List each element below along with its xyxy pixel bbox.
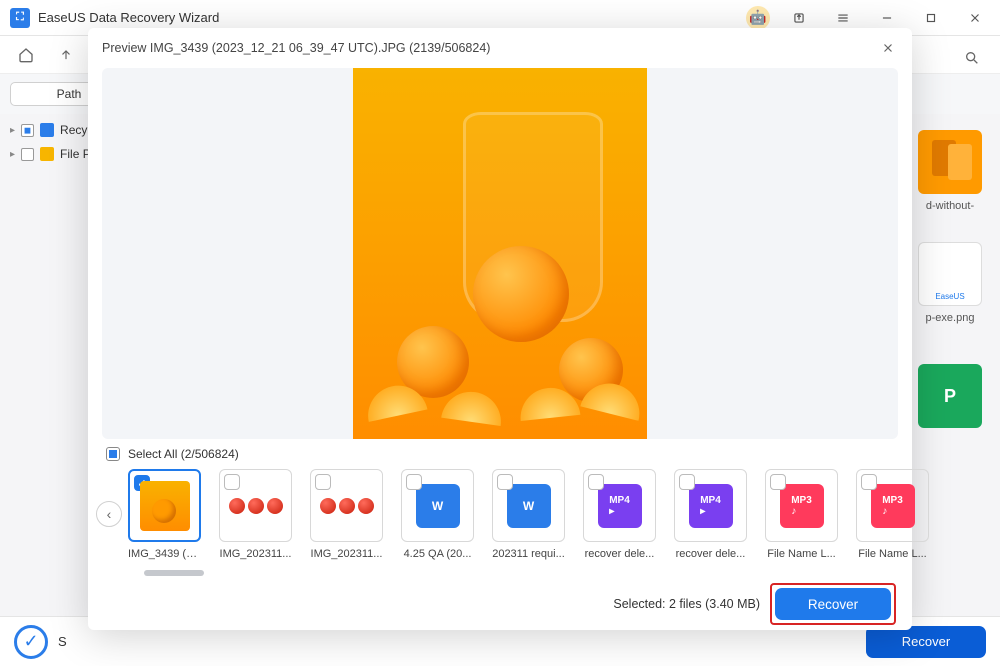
thumbnail-scrollbar[interactable] <box>144 570 856 576</box>
up-button[interactable] <box>50 41 82 69</box>
thumbnail-label: recover dele... <box>583 548 656 560</box>
thumbnail-item[interactable]: W 4.25 QA (20... <box>401 469 474 560</box>
tree-label: Recy <box>60 123 87 137</box>
modal-footer: Selected: 2 files (3.40 MB) Recover <box>88 578 912 630</box>
thumbnail-label: IMG_202311... <box>219 548 292 560</box>
thumbnail-checkbox[interactable] <box>224 474 240 490</box>
thumbnail-checkbox[interactable] <box>315 474 331 490</box>
thumbnail-box[interactable]: ✓ <box>128 469 201 542</box>
bg-file-grid: d-without- EaseUS p-exe.png P <box>912 130 988 458</box>
thumbnail-label: 4.25 QA (20... <box>401 548 474 560</box>
maximize-button[interactable] <box>916 3 946 33</box>
assistant-icon[interactable]: 🤖 <box>746 6 770 30</box>
select-all-row[interactable]: Select All (2/506824) <box>88 439 912 465</box>
thumbnail-label: IMG_202311... <box>310 548 383 560</box>
thumbnail-checkbox[interactable] <box>588 474 604 490</box>
thumbnail-checkbox[interactable] <box>406 474 422 490</box>
bg-file-item[interactable]: EaseUS p-exe.png <box>912 242 988 324</box>
thumbnail-box[interactable] <box>219 469 292 542</box>
thumbnail-label: recover dele... <box>674 548 747 560</box>
preview-title: Preview IMG_3439 (2023_12_21 06_39_47 UT… <box>102 41 490 55</box>
thumbnail-item[interactable]: MP3♪ File Name L... <box>856 469 929 560</box>
thumbnail-item[interactable]: W 202311 requi... <box>492 469 565 560</box>
select-all-checkbox[interactable] <box>106 447 120 461</box>
thumbnail-label: IMG_3439 (2... <box>128 548 201 560</box>
thumbnail-item[interactable]: MP3♪ File Name L... <box>765 469 838 560</box>
thumbnail-box[interactable]: W <box>401 469 474 542</box>
checkbox-icon[interactable]: ◼ <box>21 124 34 137</box>
folder-icon <box>40 147 54 161</box>
recover-highlight: Recover <box>770 583 896 625</box>
thumbnail-label: File Name L... <box>856 548 929 560</box>
thumbnail-label: File Name L... <box>765 548 838 560</box>
home-button[interactable] <box>10 41 42 69</box>
scan-complete-icon: ✓ <box>14 625 48 659</box>
thumbnail-item[interactable]: MP4▸ recover dele... <box>674 469 747 560</box>
selected-info: Selected: 2 files (3.40 MB) <box>613 597 760 611</box>
thumbnail-checkbox[interactable] <box>770 474 786 490</box>
thumbnail-box[interactable]: MP3♪ <box>856 469 929 542</box>
bg-file-label: p-exe.png <box>912 312 988 324</box>
thumbnail-checkbox[interactable] <box>679 474 695 490</box>
close-icon[interactable] <box>878 38 898 58</box>
bg-file-item[interactable]: d-without- <box>912 130 988 212</box>
modal-header: Preview IMG_3439 (2023_12_21 06_39_47 UT… <box>88 28 912 68</box>
thumbnail-item[interactable]: IMG_202311... <box>310 469 383 560</box>
app-icon: ⛶ <box>10 8 30 28</box>
folder-icon <box>40 123 54 137</box>
thumbnail-checkbox[interactable] <box>861 474 877 490</box>
close-button[interactable] <box>960 3 990 33</box>
thumbnail-label: 202311 requi... <box>492 548 565 560</box>
preview-image <box>353 68 647 439</box>
bg-file-item[interactable]: P <box>912 364 988 428</box>
thumbnails-row: ‹ › ✓IMG_3439 (2...IMG_202311...IMG_2023… <box>88 465 912 578</box>
checkbox-icon[interactable] <box>21 148 34 161</box>
app-title: EaseUS Data Recovery Wizard <box>38 10 219 25</box>
thumbnail-box[interactable] <box>310 469 383 542</box>
chevron-right-icon: ▸ <box>10 125 15 136</box>
thumbnail-box[interactable]: MP4▸ <box>583 469 656 542</box>
thumbnail-item[interactable]: MP4▸ recover dele... <box>583 469 656 560</box>
select-all-label: Select All (2/506824) <box>128 447 239 461</box>
scan-status-label: S <box>58 634 67 649</box>
thumbnail-checkbox[interactable] <box>497 474 513 490</box>
preview-area <box>102 68 898 439</box>
thumbnail-box[interactable]: MP4▸ <box>674 469 747 542</box>
chevron-right-icon: ▸ <box>10 149 15 160</box>
thumbnail-box[interactable]: MP3♪ <box>765 469 838 542</box>
prev-button[interactable]: ‹ <box>96 501 122 527</box>
thumbnail-box[interactable]: W <box>492 469 565 542</box>
tree-label: File P <box>60 147 91 161</box>
preview-modal: Preview IMG_3439 (2023_12_21 06_39_47 UT… <box>88 28 912 630</box>
thumbnail-item[interactable]: IMG_202311... <box>219 469 292 560</box>
recover-button-bg[interactable]: Recover <box>866 626 986 658</box>
thumbnail-item[interactable]: ✓ IMG_3439 (2... <box>128 469 201 560</box>
search-icon[interactable] <box>964 50 980 71</box>
bg-file-label: d-without- <box>912 200 988 212</box>
recover-button[interactable]: Recover <box>775 588 891 620</box>
